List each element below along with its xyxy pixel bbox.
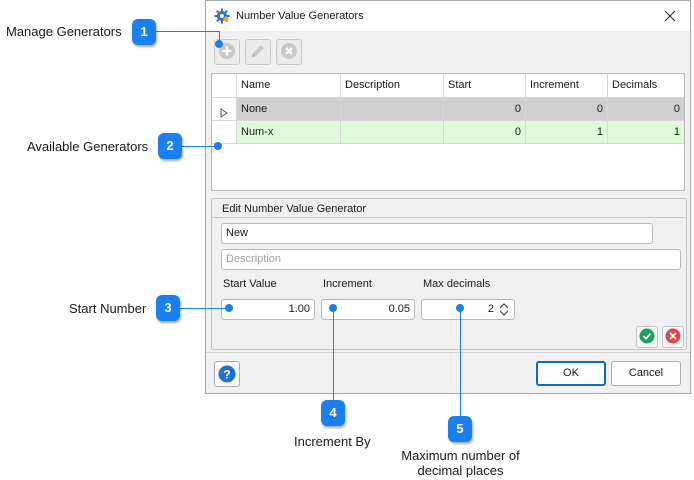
- callout-1-label: Manage Generators: [6, 24, 122, 39]
- callout-5-label-line2: decimal places: [417, 463, 504, 478]
- callout-1-line: [155, 31, 219, 32]
- start-value-input[interactable]: 1.00: [221, 299, 315, 320]
- number-value-generators-dialog: Number Value Generators Name Description…: [205, 0, 691, 394]
- gear-icon: [214, 8, 230, 24]
- callout-3-badge: 3: [156, 295, 180, 321]
- column-header-start[interactable]: Start: [444, 74, 526, 98]
- triangle-right-icon: [220, 104, 228, 120]
- start-value-label: Start Value: [223, 278, 277, 290]
- cell-description[interactable]: [341, 121, 444, 144]
- callout-3-line: [178, 308, 230, 309]
- ok-button[interactable]: OK: [536, 361, 606, 386]
- callout-4-line: [333, 308, 334, 400]
- max-decimals-label: Max decimals: [423, 278, 491, 290]
- row-indicator: [212, 121, 237, 144]
- cancel-edit-button[interactable]: [662, 326, 684, 348]
- callout-2-badge: 2: [158, 133, 182, 159]
- spin-arrows-icon[interactable]: [499, 302, 509, 319]
- column-header-name[interactable]: Name: [237, 74, 341, 98]
- callout-4-label: Increment By: [294, 434, 371, 449]
- cell-description[interactable]: [341, 98, 444, 121]
- cancel-button[interactable]: Cancel: [611, 361, 681, 386]
- description-input[interactable]: Description: [221, 249, 681, 270]
- dialog-title: Number Value Generators: [236, 10, 364, 22]
- divider: [212, 217, 686, 218]
- title-bar: Number Value Generators: [206, 1, 690, 31]
- cell-increment[interactable]: 1: [526, 121, 608, 144]
- callout-4-badge: 4: [321, 400, 345, 426]
- close-icon[interactable]: [660, 6, 680, 26]
- column-header-decimals[interactable]: Decimals: [608, 74, 684, 98]
- callout-2-dot: [214, 142, 222, 150]
- cell-increment[interactable]: 0: [526, 98, 608, 121]
- callout-3-dot: [225, 304, 233, 312]
- cell-decimals[interactable]: 0: [608, 98, 684, 121]
- callout-3-label: Start Number: [69, 301, 147, 316]
- cell-name[interactable]: Num-x: [237, 121, 341, 144]
- check-circle-icon: [639, 328, 655, 347]
- cell-name[interactable]: None: [237, 98, 341, 121]
- svg-text:?: ?: [223, 368, 230, 382]
- callout-1-dot: [215, 40, 223, 48]
- name-input[interactable]: New: [221, 223, 653, 244]
- x-circle-icon: [280, 42, 298, 63]
- edit-panel-title: Edit Number Value Generator: [222, 203, 367, 215]
- max-decimals-spinner[interactable]: 2: [421, 299, 515, 320]
- column-header-increment[interactable]: Increment: [526, 74, 608, 98]
- help-button[interactable]: ?: [214, 361, 240, 387]
- edit-generator-panel: Edit Number Value Generator New Descript…: [211, 198, 687, 350]
- callout-5-badge: 5: [448, 416, 472, 442]
- help-icon: ?: [218, 365, 236, 392]
- cell-start[interactable]: 0: [444, 121, 526, 144]
- x-circle-icon: [665, 328, 681, 347]
- cell-start[interactable]: 0: [444, 98, 526, 121]
- pencil-icon: [249, 42, 267, 63]
- divider: [206, 352, 690, 353]
- callout-5-line: [460, 308, 461, 416]
- callout-1-badge: 1: [132, 19, 156, 45]
- callout-2-label: Available Generators: [27, 139, 149, 154]
- increment-label: Increment: [323, 278, 372, 290]
- grid-indicator-header: [212, 74, 237, 98]
- delete-generator-button[interactable]: [276, 39, 302, 65]
- max-decimals-value: 2: [487, 303, 494, 315]
- generators-grid: Name Description Start Increment Decimal…: [211, 73, 685, 191]
- column-header-description[interactable]: Description: [341, 74, 444, 98]
- accept-edit-button[interactable]: [636, 326, 658, 348]
- cell-decimals[interactable]: 1: [608, 121, 684, 144]
- row-indicator: [212, 98, 237, 121]
- edit-generator-button[interactable]: [245, 39, 271, 65]
- callout-5-label-line1: Maximum number of: [401, 448, 520, 463]
